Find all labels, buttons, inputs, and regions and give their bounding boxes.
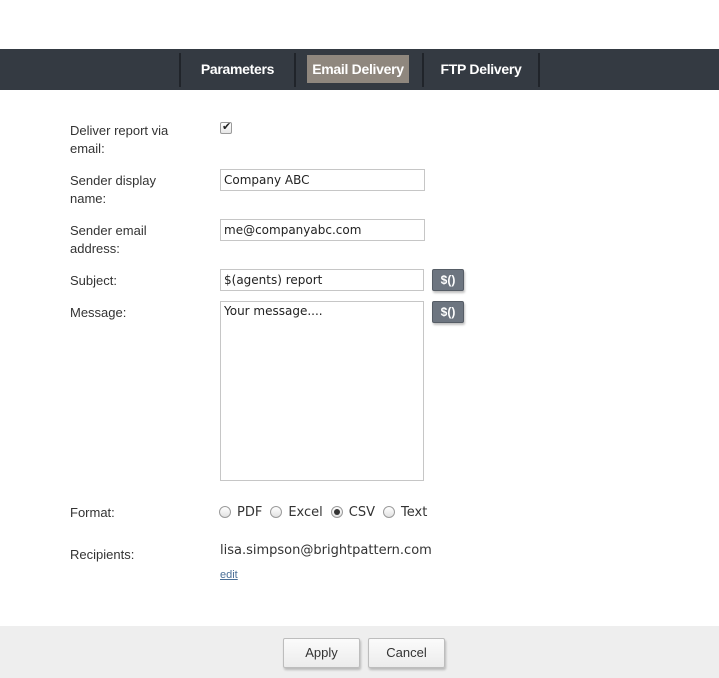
format-option-excel[interactable]: Excel xyxy=(270,504,323,520)
subject-variable-button[interactable]: $() xyxy=(432,269,464,291)
apply-button[interactable]: Apply xyxy=(283,638,360,668)
sender-email-label: Sender email address: xyxy=(70,223,147,256)
subject-label: Subject: xyxy=(70,273,117,288)
format-radio-group: PDF Excel CSV Text xyxy=(219,503,435,521)
message-textarea[interactable]: Your message.... xyxy=(220,301,424,481)
edit-recipients-link[interactable]: edit xyxy=(220,569,238,581)
subject-input[interactable]: $(agents) report xyxy=(220,269,424,291)
format-option-text[interactable]: Text xyxy=(383,505,427,520)
tab-parameters[interactable]: Parameters xyxy=(186,55,289,83)
tab-email-delivery[interactable]: Email Delivery xyxy=(307,55,409,83)
sender-name-label: Sender display name: xyxy=(70,173,156,206)
recipients-label: Recipients: xyxy=(70,547,135,562)
radio-text[interactable] xyxy=(383,506,395,518)
message-label: Message: xyxy=(70,305,127,320)
footer-bar: Apply Cancel xyxy=(0,626,719,678)
tab-ftp-delivery[interactable]: FTP Delivery xyxy=(429,55,533,83)
tab-divider xyxy=(422,53,424,87)
tab-divider xyxy=(179,53,181,87)
tab-divider xyxy=(294,53,296,87)
format-option-label: Excel xyxy=(288,504,323,520)
deliver-email-label: Deliver report via email: xyxy=(70,123,169,156)
sender-email-input[interactable]: me@companyabc.com xyxy=(220,219,425,241)
radio-excel[interactable] xyxy=(270,506,283,518)
format-option-csv[interactable]: CSV xyxy=(330,504,375,520)
radio-csv[interactable] xyxy=(330,506,343,518)
radio-pdf[interactable] xyxy=(219,506,231,518)
format-option-label: PDF xyxy=(237,504,263,520)
format-option-pdf[interactable]: PDF xyxy=(219,505,262,520)
format-option-label: CSV xyxy=(348,504,375,520)
check-icon: ✔ xyxy=(222,121,232,133)
message-variable-button[interactable]: $() xyxy=(432,301,464,323)
cancel-button[interactable]: Cancel xyxy=(368,638,445,668)
deliver-email-checkbox[interactable]: ✔ xyxy=(220,121,232,134)
tab-divider xyxy=(538,53,540,87)
format-label: Format: xyxy=(70,505,115,520)
recipient-email: lisa.simpson@brightpattern.com xyxy=(220,543,432,558)
sender-name-input[interactable]: Company ABC xyxy=(220,169,425,191)
format-option-label: Text xyxy=(401,504,428,520)
tab-bar: Parameters Email Delivery FTP Delivery xyxy=(0,49,719,90)
